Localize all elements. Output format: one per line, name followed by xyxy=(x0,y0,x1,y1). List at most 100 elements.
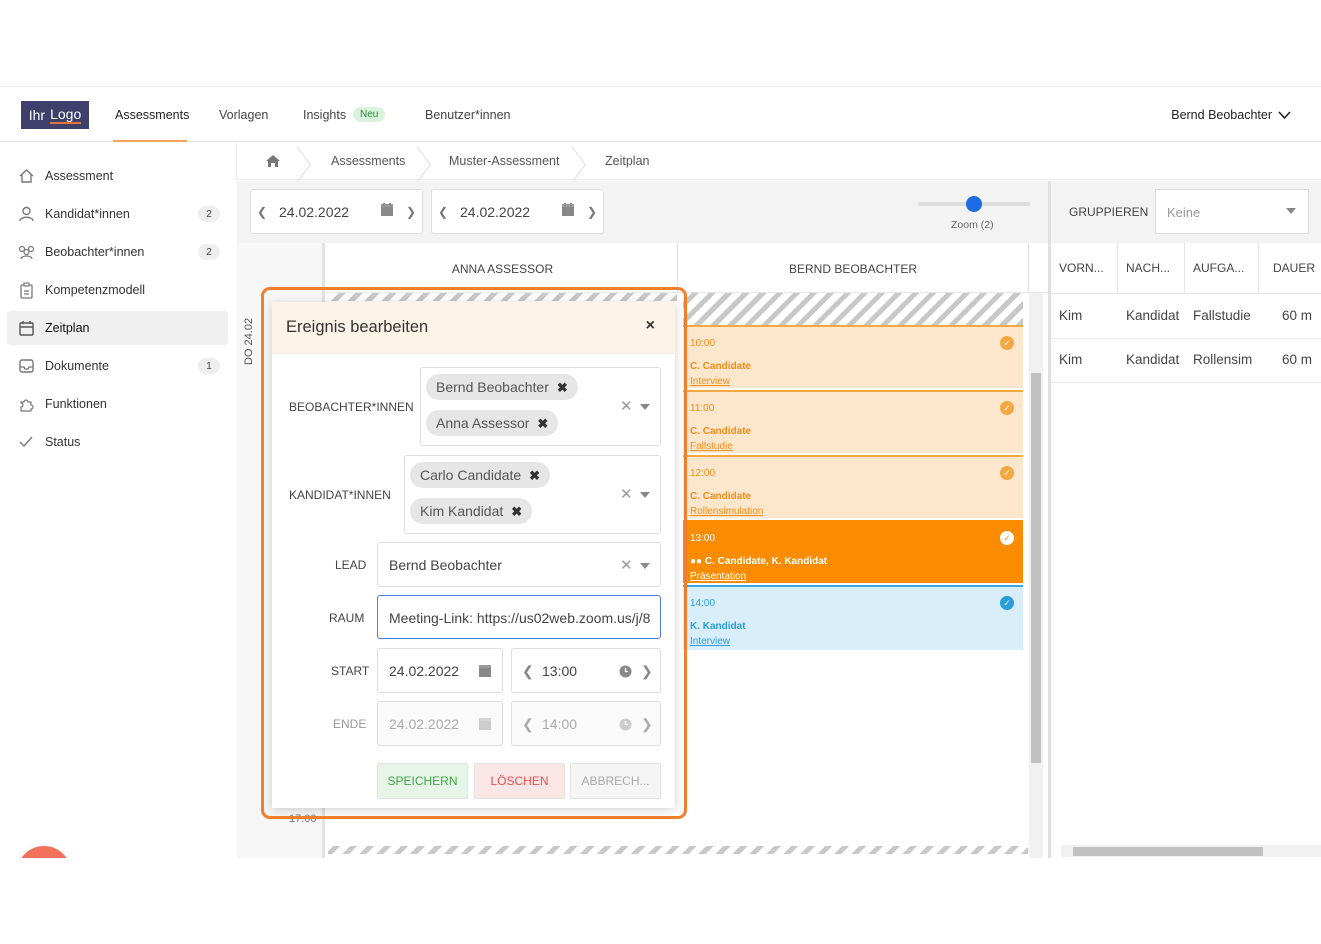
event-interview[interactable]: 10:00 C. Candidate Interview ✓ xyxy=(683,325,1023,388)
sidebar-item-kompetenzmodell[interactable]: Kompetenzmodell xyxy=(7,273,228,307)
logo[interactable]: Ihr Logo xyxy=(21,101,89,129)
observers-select[interactable]: Bernd Beobachter ✖ Anna Assessor ✖ ✕ xyxy=(420,367,661,446)
sidebar-item-label: Beobachter*innen xyxy=(45,245,145,259)
start-time-input[interactable]: ❮ 13:00 ❯ xyxy=(511,648,661,693)
candidate-chip: Kim Kandidat ✖ xyxy=(410,498,533,524)
group-icon: ●● xyxy=(690,556,705,567)
start-date-input[interactable]: 24.02.2022 xyxy=(377,648,503,693)
chevron-left-icon[interactable]: ❮ xyxy=(522,716,534,733)
event-task: Rollensimulation xyxy=(690,506,764,517)
clear-icon[interactable]: ✕ xyxy=(620,397,633,415)
chevron-right-icon[interactable]: ❯ xyxy=(581,205,603,219)
breadcrumb-assessments[interactable]: Assessments xyxy=(331,154,405,168)
delete-button[interactable]: LÖSCHEN xyxy=(474,763,565,799)
sidebar-item-beobachter[interactable]: Beobachter*innen 2 xyxy=(7,235,228,269)
event-time: 14:00 xyxy=(690,598,716,609)
sidebar-item-funktionen[interactable]: Funktionen xyxy=(7,387,228,421)
breadcrumb-muster[interactable]: Muster-Assessment xyxy=(449,154,559,168)
event-task: Präsentation xyxy=(690,571,747,582)
logo-text-1: Ihr xyxy=(28,107,46,123)
cancel-button[interactable]: ABBRECH... xyxy=(570,763,661,799)
vertical-scrollbar[interactable] xyxy=(1029,293,1043,858)
date-to-value: 24.02.2022 xyxy=(460,203,531,220)
calendar-icon xyxy=(7,320,45,336)
column-header-vorname[interactable]: VORN... xyxy=(1059,261,1104,275)
unavailable-hatch xyxy=(683,293,1023,325)
chip-label: Carlo Candidate xyxy=(420,467,522,483)
clear-icon[interactable]: ✕ xyxy=(620,485,633,503)
caret-down-icon[interactable] xyxy=(640,563,650,569)
remove-icon[interactable]: ✖ xyxy=(537,416,548,431)
event-task: Interview xyxy=(690,376,731,387)
zoom-slider-handle[interactable] xyxy=(966,196,982,212)
column-header-aufgabe[interactable]: AUFGA... xyxy=(1193,261,1244,275)
sidebar-item-assessment[interactable]: Assessment xyxy=(7,159,228,193)
end-time-input[interactable]: ❮ 14:00 ❯ xyxy=(511,701,661,746)
event-task: Fallstudie xyxy=(690,441,733,452)
calendar-icon[interactable] xyxy=(478,664,492,678)
column-header-nachname[interactable]: NACH... xyxy=(1126,261,1170,275)
nav-assessments[interactable]: Assessments xyxy=(115,108,189,122)
remove-icon[interactable]: ✖ xyxy=(529,468,540,483)
dialog-title: Ereignis bearbeiten xyxy=(286,318,429,336)
calendar-icon[interactable] xyxy=(561,203,581,220)
sidebar-item-kandidaten[interactable]: Kandidat*innen 2 xyxy=(7,197,228,231)
start-label: START xyxy=(331,664,370,678)
remove-icon[interactable]: ✖ xyxy=(511,504,522,519)
lead-select[interactable]: Bernd Beobachter ✕ xyxy=(377,542,661,587)
candidates-select[interactable]: Carlo Candidate ✖ Kim Kandidat ✖ ✕ xyxy=(404,455,661,534)
column-header-dauer[interactable]: DAUER xyxy=(1273,261,1315,275)
user-menu[interactable]: Bernd Beobachter xyxy=(1171,108,1291,122)
event-praesentation[interactable]: 13:00 ●● C. Candidate, K. Kandidat Präse… xyxy=(683,520,1023,583)
chevron-left-icon[interactable]: ❮ xyxy=(522,663,534,680)
remove-icon[interactable]: ✖ xyxy=(557,380,568,395)
close-icon[interactable]: × xyxy=(646,317,655,335)
user-icon xyxy=(7,206,45,222)
chevron-left-icon[interactable]: ❮ xyxy=(251,205,273,219)
caret-down-icon[interactable] xyxy=(640,404,650,410)
date-to-picker[interactable]: ❮ 24.02.2022 ❯ xyxy=(431,189,604,234)
count-badge: 1 xyxy=(198,358,220,374)
room-label: RAUM xyxy=(329,611,365,625)
date-from-picker[interactable]: ❮ 24.02.2022 ❯ xyxy=(250,189,423,234)
row-divider xyxy=(1051,338,1321,339)
sidebar-item-label: Assessment xyxy=(45,169,114,183)
event-fallstudie[interactable]: 11:00 C. Candidate Fallstudie ✓ xyxy=(683,390,1023,453)
logo-text-2: Logo xyxy=(50,106,82,124)
event-interview-kim[interactable]: 14:00 K. Kandidat Interview ✓ xyxy=(683,585,1023,650)
calendar-icon[interactable] xyxy=(478,717,492,731)
chevron-right-icon[interactable]: ❯ xyxy=(400,205,422,219)
nav-insights[interactable]: Insights xyxy=(303,108,346,122)
home-icon[interactable] xyxy=(265,154,281,168)
event-participants: C. Candidate xyxy=(690,426,752,437)
sidebar-item-zeitplan[interactable]: Zeitplan xyxy=(7,311,228,345)
nav-vorlagen[interactable]: Vorlagen xyxy=(219,108,268,122)
room-input[interactable]: Meeting-Link: https://us02web.zoom.us/j/… xyxy=(377,595,661,639)
event-time: 12:00 xyxy=(690,468,716,479)
scrollbar-thumb[interactable] xyxy=(1031,373,1041,763)
clock-icon xyxy=(619,718,632,731)
count-badge: 2 xyxy=(198,244,220,260)
save-button[interactable]: SPEICHERN xyxy=(377,763,468,799)
end-date-input[interactable]: 24.02.2022 xyxy=(377,701,503,746)
caret-down-icon[interactable] xyxy=(640,492,650,498)
chevron-left-icon[interactable]: ❮ xyxy=(432,205,454,219)
scrollbar-thumb[interactable] xyxy=(1073,847,1263,856)
chevron-right-icon[interactable]: ❯ xyxy=(641,663,653,680)
horizontal-scrollbar[interactable] xyxy=(1061,845,1321,857)
event-rollensimulation[interactable]: 12:00 C. Candidate Rollensimulation ✓ xyxy=(683,455,1023,518)
calendar-icon[interactable] xyxy=(380,203,400,220)
nav-benutzer[interactable]: Benutzer*innen xyxy=(425,108,510,122)
header-gutter xyxy=(237,243,325,293)
help-button[interactable]: ? xyxy=(17,846,71,858)
zoom-label: Zoom (2) xyxy=(951,219,994,231)
chevron-right-icon[interactable]: ❯ xyxy=(641,716,653,733)
event-task: Interview xyxy=(690,636,731,647)
clear-icon[interactable]: ✕ xyxy=(620,556,633,574)
check-icon xyxy=(7,435,45,449)
chip-label: Bernd Beobachter xyxy=(436,379,549,395)
sidebar-item-status[interactable]: Status xyxy=(7,425,228,459)
sidebar-item-dokumente[interactable]: Dokumente 1 xyxy=(7,349,228,383)
check-circle-icon: ✓ xyxy=(1000,596,1014,610)
group-select[interactable]: Keine xyxy=(1155,189,1309,234)
